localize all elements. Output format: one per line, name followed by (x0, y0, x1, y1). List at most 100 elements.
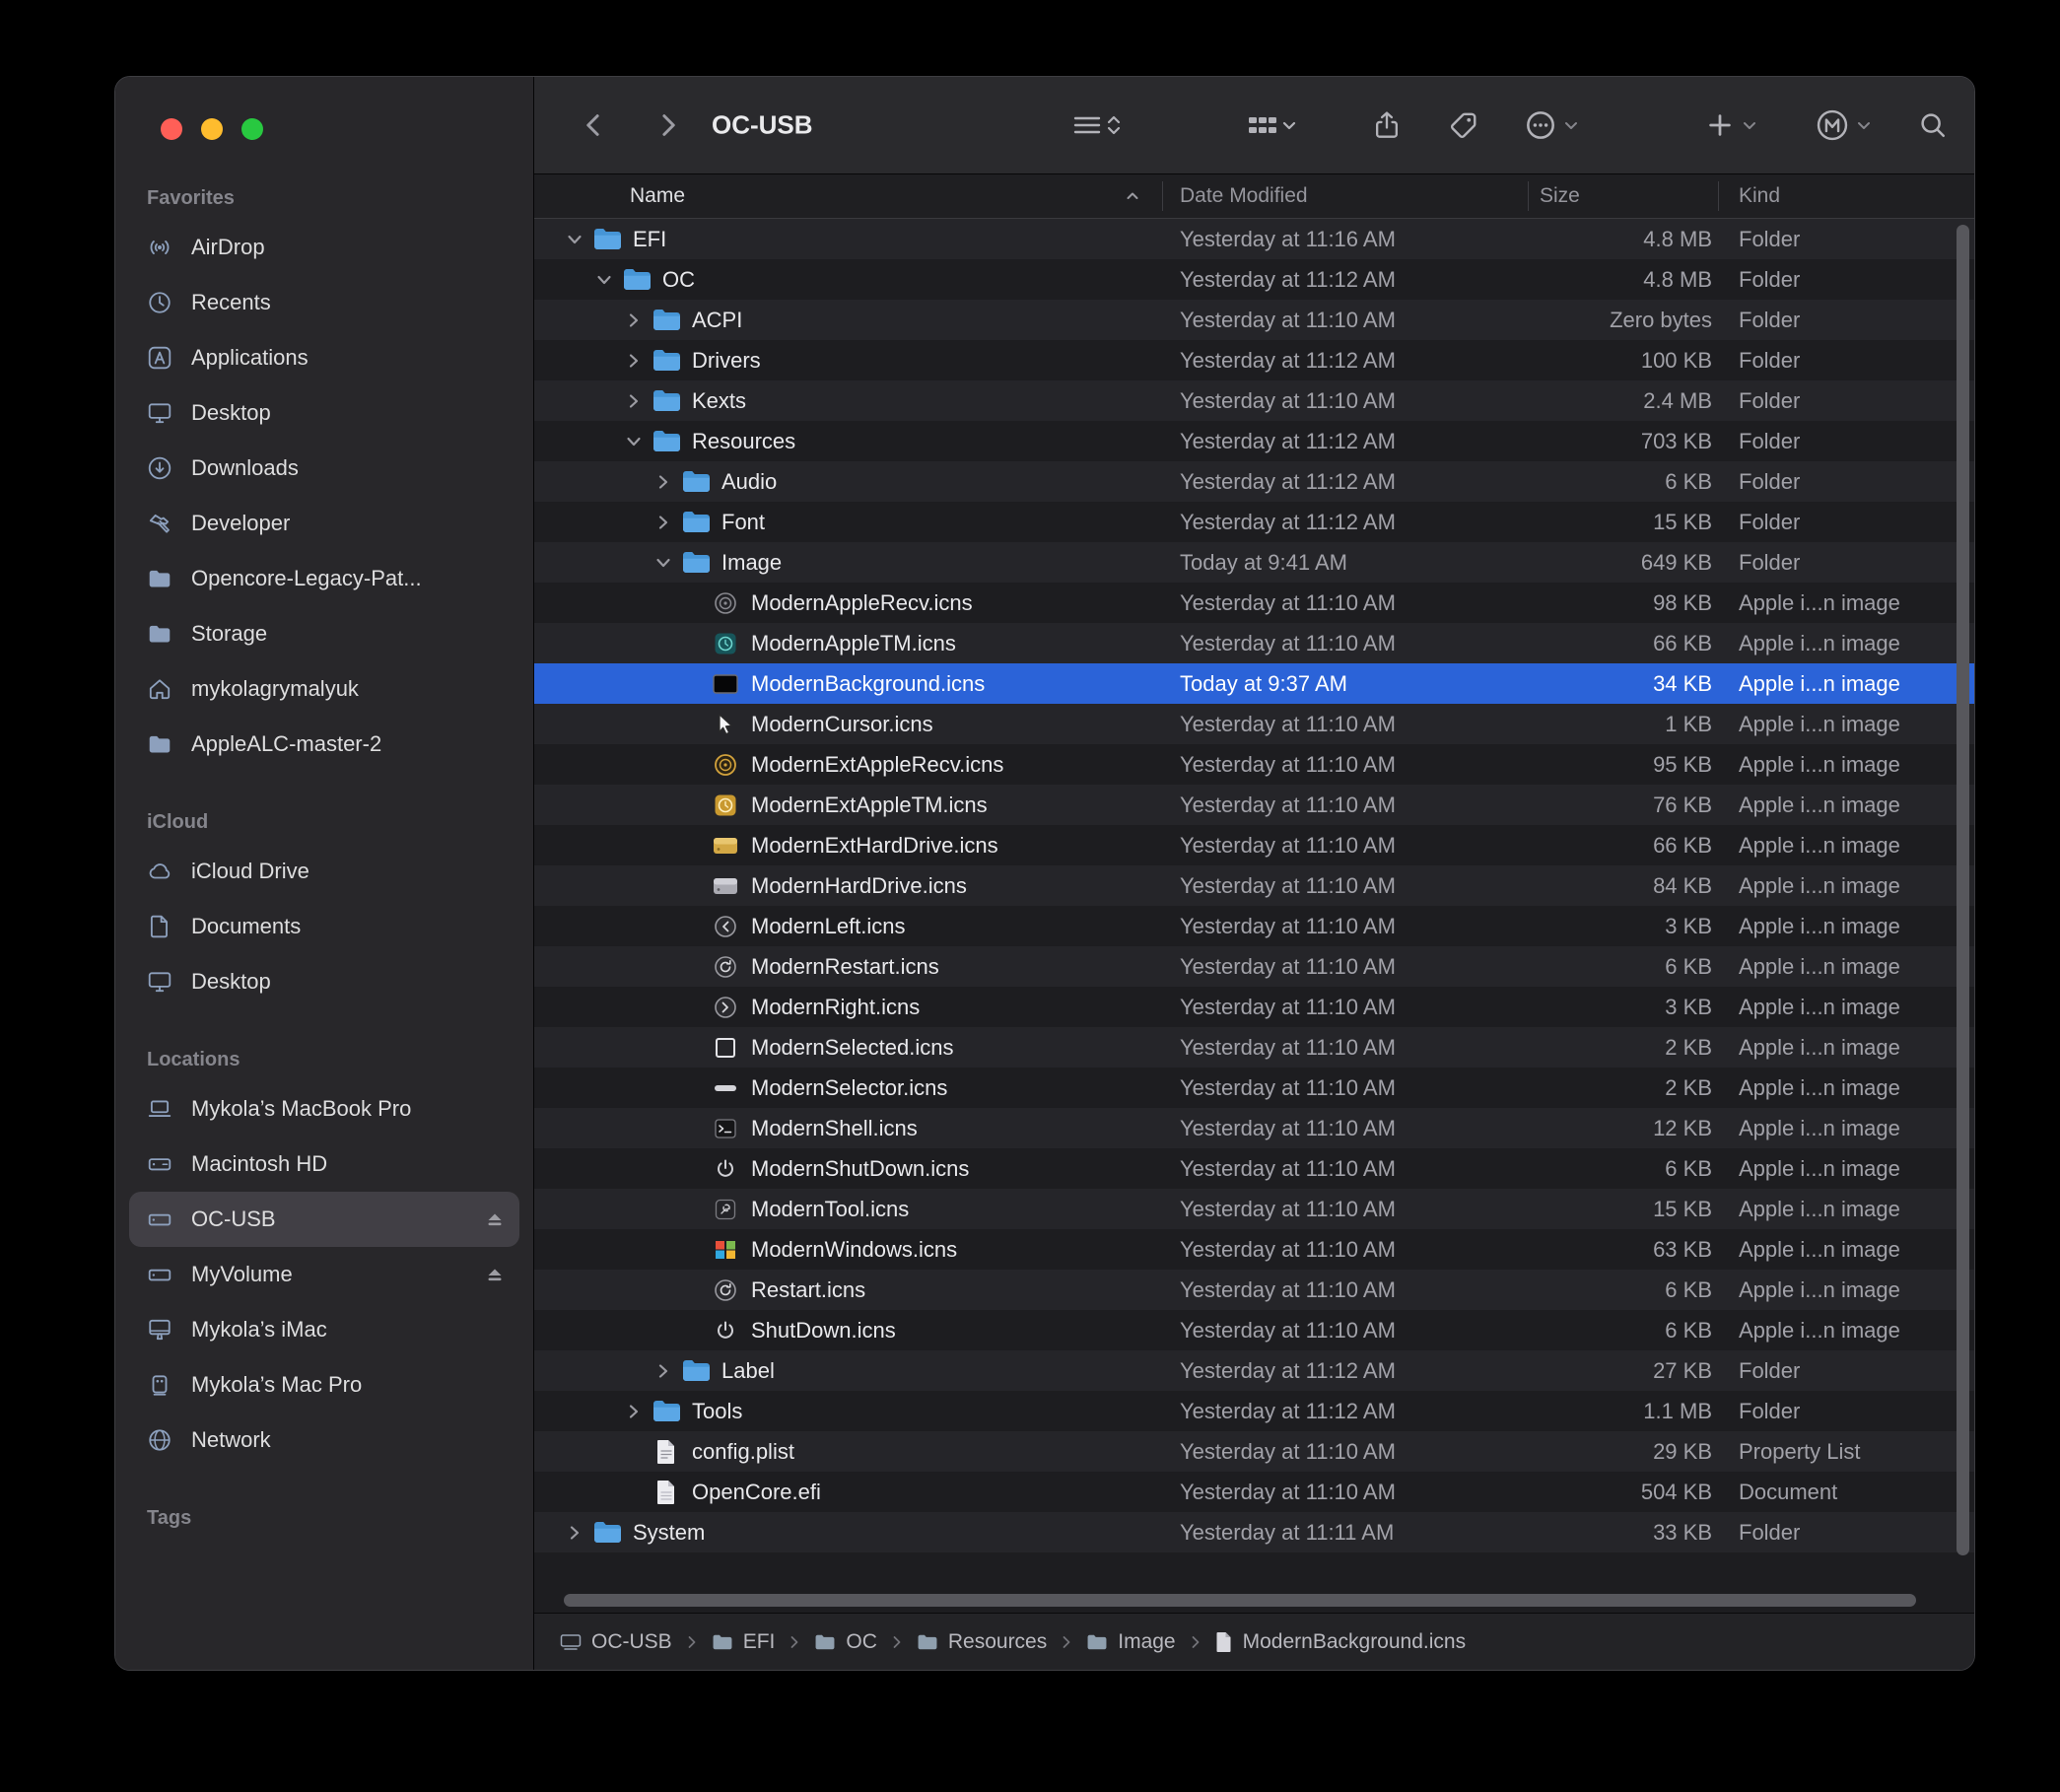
minimize-button[interactable] (201, 118, 223, 140)
file-row-font[interactable]: FontYesterday at 11:12 AM15 KBFolder (534, 502, 1974, 542)
file-row-modernshutdown-icns[interactable]: ModernShutDown.icnsYesterday at 11:10 AM… (534, 1148, 1974, 1189)
disclosure-triangle-icon[interactable] (623, 392, 645, 410)
group-by-button[interactable] (1246, 110, 1297, 140)
chevron-separator-icon (1060, 1634, 1073, 1650)
file-row-modernright-icns[interactable]: ModernRight.icnsYesterday at 11:10 AM3 K… (534, 987, 1974, 1027)
vertical-scrollbar-thumb[interactable] (1957, 225, 1969, 1555)
path-item-modernbackground-icns[interactable]: ModernBackground.icns (1215, 1630, 1466, 1654)
more-actions-button[interactable] (1525, 109, 1581, 141)
file-size: 6 KB (1451, 1156, 1712, 1182)
file-row-kexts[interactable]: KextsYesterday at 11:10 AM2.4 MBFolder (534, 380, 1974, 421)
horizontal-scrollbar-thumb[interactable] (564, 1594, 1916, 1607)
sidebar-item-desktop[interactable]: Desktop (129, 954, 519, 1009)
eject-icon[interactable] (480, 1207, 510, 1231)
file-row-image[interactable]: ImageToday at 9:41 AM649 KBFolder (534, 542, 1974, 583)
path-item-oc[interactable]: OC (814, 1630, 877, 1654)
file-row-modernapplerecv-icns[interactable]: ModernAppleRecv.icnsYesterday at 11:10 A… (534, 583, 1974, 623)
zoom-button[interactable] (241, 118, 263, 140)
file-row-opencore-efi[interactable]: OpenCore.efiYesterday at 11:10 AM504 KBD… (534, 1472, 1974, 1512)
back-button[interactable] (580, 110, 609, 140)
sidebar-item-applications[interactable]: Applications (129, 330, 519, 385)
disclosure-triangle-icon[interactable] (564, 231, 585, 248)
path-item-image[interactable]: Image (1086, 1630, 1175, 1654)
disclosure-triangle-icon[interactable] (652, 554, 674, 572)
sidebar-item-recents[interactable]: Recents (129, 275, 519, 330)
file-row-acpi[interactable]: ACPIYesterday at 11:10 AMZero bytesFolde… (534, 300, 1974, 340)
file-row-modernleft-icns[interactable]: ModernLeft.icnsYesterday at 11:10 AM3 KB… (534, 906, 1974, 946)
tag-button[interactable] (1449, 110, 1478, 140)
column-header-name[interactable]: Name (630, 184, 685, 208)
file-row-oc[interactable]: OCYesterday at 11:12 AM4.8 MBFolder (534, 259, 1974, 300)
file-row-system[interactable]: SystemYesterday at 11:11 AM33 KBFolder (534, 1512, 1974, 1552)
share-button[interactable] (1372, 109, 1402, 141)
disclosure-triangle-icon[interactable] (564, 1524, 585, 1542)
file-row-modernextharddrive-icns[interactable]: ModernExtHardDrive.icnsYesterday at 11:1… (534, 825, 1974, 865)
sidebar-item-icloud-drive[interactable]: iCloud Drive (129, 844, 519, 899)
file-row-modernshell-icns[interactable]: ModernShell.icnsYesterday at 11:10 AM12 … (534, 1108, 1974, 1148)
disclosure-triangle-icon[interactable] (623, 433, 645, 450)
sidebar-item-desktop[interactable]: Desktop (129, 385, 519, 441)
disclosure-triangle-icon[interactable] (623, 311, 645, 329)
file-row-moderncursor-icns[interactable]: ModernCursor.icnsYesterday at 11:10 AM1 … (534, 704, 1974, 744)
sidebar-item-myvolume[interactable]: MyVolume (129, 1247, 519, 1302)
file-size: 6 KB (1451, 954, 1712, 980)
chevron-down-icon (1740, 115, 1759, 135)
sidebar-item-mykolagrymalyuk[interactable]: mykolagrymalyuk (129, 661, 519, 717)
file-row-modernharddrive-icns[interactable]: ModernHardDrive.icnsYesterday at 11:10 A… (534, 865, 1974, 906)
column-divider[interactable] (1528, 181, 1529, 211)
sidebar-item-applealc-master-2[interactable]: AppleALC-master-2 (129, 717, 519, 772)
search-button[interactable] (1918, 110, 1948, 140)
new-item-button[interactable] (1705, 110, 1759, 140)
file-row-efi[interactable]: EFIYesterday at 11:16 AM4.8 MBFolder (534, 219, 1974, 259)
disclosure-triangle-icon[interactable] (623, 352, 645, 370)
sidebar-item-downloads[interactable]: Downloads (129, 441, 519, 496)
sidebar-item-mykola-s-macbook-pro[interactable]: Mykola’s MacBook Pro (129, 1081, 519, 1137)
sidebar-item-network[interactable]: Network (129, 1413, 519, 1468)
file-row-resources[interactable]: ResourcesYesterday at 11:12 AM703 KBFold… (534, 421, 1974, 461)
column-divider[interactable] (1718, 181, 1719, 211)
file-row-config-plist[interactable]: config.plistYesterday at 11:10 AM29 KBPr… (534, 1431, 1974, 1472)
file-row-shutdown-icns[interactable]: ShutDown.icnsYesterday at 11:10 AM6 KBAp… (534, 1310, 1974, 1350)
column-header-date-modified[interactable]: Date Modified (1180, 184, 1308, 208)
file-row-modernrestart-icns[interactable]: ModernRestart.icnsYesterday at 11:10 AM6… (534, 946, 1974, 987)
file-row-modernselected-icns[interactable]: ModernSelected.icnsYesterday at 11:10 AM… (534, 1027, 1974, 1068)
path-item-oc-usb[interactable]: OC-USB (560, 1630, 672, 1654)
view-options-button[interactable] (1071, 110, 1123, 140)
sidebar-item-airdrop[interactable]: AirDrop (129, 220, 519, 275)
file-row-restart-icns[interactable]: Restart.icnsYesterday at 11:10 AM6 KBApp… (534, 1270, 1974, 1310)
sidebar-item-oc-usb[interactable]: OC-USB (129, 1192, 519, 1247)
file-row-tools[interactable]: ToolsYesterday at 11:12 AM1.1 MBFolder (534, 1391, 1974, 1431)
eject-icon[interactable] (480, 1263, 510, 1286)
file-row-modernappletm-icns[interactable]: ModernAppleTM.icnsYesterday at 11:10 AM6… (534, 623, 1974, 663)
sidebar-item-opencore-legacy-pat[interactable]: Opencore-Legacy-Pat... (129, 551, 519, 606)
file-row-modernselector-icns[interactable]: ModernSelector.icnsYesterday at 11:10 AM… (534, 1068, 1974, 1108)
disclosure-triangle-icon[interactable] (593, 271, 615, 289)
account-button[interactable] (1816, 108, 1874, 142)
file-row-modernextapplerecv-icns[interactable]: ModernExtAppleRecv.icnsYesterday at 11:1… (534, 744, 1974, 785)
close-button[interactable] (161, 118, 182, 140)
disclosure-triangle-icon[interactable] (652, 473, 674, 491)
sidebar-item-storage[interactable]: Storage (129, 606, 519, 661)
sidebar-item-macintosh-hd[interactable]: Macintosh HD (129, 1137, 519, 1192)
path-item-efi[interactable]: EFI (712, 1630, 776, 1654)
file-row-drivers[interactable]: DriversYesterday at 11:12 AM100 KBFolder (534, 340, 1974, 380)
disclosure-triangle-icon[interactable] (652, 514, 674, 531)
file-row-audio[interactable]: AudioYesterday at 11:12 AM6 KBFolder (534, 461, 1974, 502)
file-size: 15 KB (1451, 510, 1712, 535)
disclosure-triangle-icon[interactable] (652, 1362, 674, 1380)
sidebar-item-documents[interactable]: Documents (129, 899, 519, 954)
disclosure-triangle-icon[interactable] (623, 1403, 645, 1420)
forward-button[interactable] (652, 110, 682, 140)
file-row-modernwindows-icns[interactable]: ModernWindows.icnsYesterday at 11:10 AM6… (534, 1229, 1974, 1270)
file-row-modernextappletm-icns[interactable]: ModernExtAppleTM.icnsYesterday at 11:10 … (534, 785, 1974, 825)
column-header-kind[interactable]: Kind (1739, 184, 1780, 208)
sidebar-item-developer[interactable]: Developer (129, 496, 519, 551)
sidebar-item-mykola-s-imac[interactable]: Mykola’s iMac (129, 1302, 519, 1357)
path-item-resources[interactable]: Resources (917, 1630, 1047, 1654)
file-row-moderntool-icns[interactable]: ModernTool.icnsYesterday at 11:10 AM15 K… (534, 1189, 1974, 1229)
column-header-size[interactable]: Size (1540, 184, 1580, 208)
file-row-modernbackground-icns[interactable]: ModernBackground.icnsToday at 9:37 AM34 … (534, 663, 1974, 704)
file-row-label[interactable]: LabelYesterday at 11:12 AM27 KBFolder (534, 1350, 1974, 1391)
sidebar-item-mykola-s-mac-pro[interactable]: Mykola’s Mac Pro (129, 1357, 519, 1413)
column-divider[interactable] (1162, 181, 1163, 211)
